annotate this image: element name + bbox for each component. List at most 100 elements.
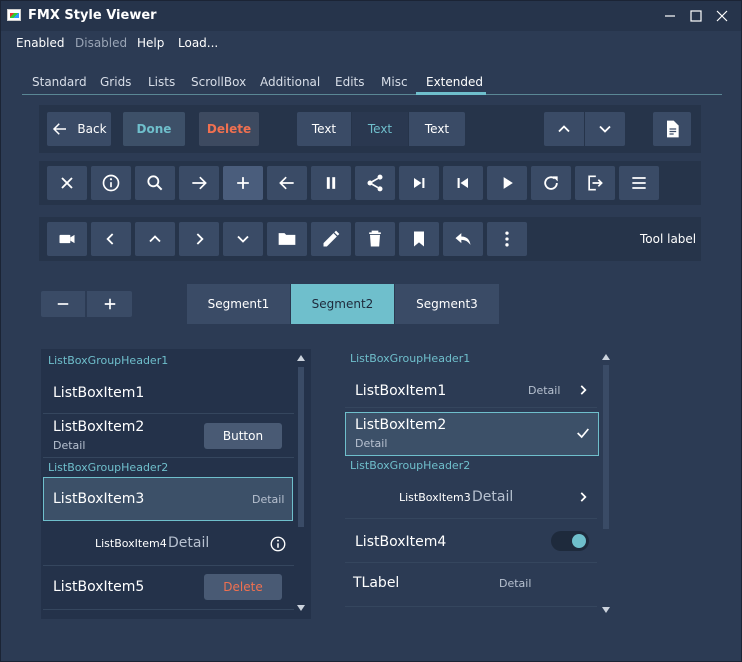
menu-enabled[interactable]: Enabled xyxy=(16,36,65,50)
chevron-up-button[interactable] xyxy=(135,222,175,256)
tab-standard[interactable]: Standard xyxy=(32,75,87,89)
list-item-1[interactable]: ListBoxItem1 xyxy=(53,385,144,401)
window-title: FMX Style Viewer xyxy=(28,8,157,23)
more-vertical-icon xyxy=(505,231,509,247)
toggle-knob xyxy=(572,534,586,548)
scroll-up-icon[interactable] xyxy=(602,354,610,360)
app-window: FMX Style Viewer Enabled Disabled Help L… xyxy=(0,0,742,662)
segment-3[interactable]: Segment3 xyxy=(395,284,499,324)
forward-button[interactable] xyxy=(179,166,219,200)
scrollbar-thumb[interactable] xyxy=(298,367,304,527)
decrement-button[interactable] xyxy=(41,291,85,317)
pencil-icon xyxy=(323,230,340,247)
chevron-down-icon xyxy=(599,125,611,133)
refresh-button[interactable] xyxy=(531,166,571,200)
skip-next-button[interactable] xyxy=(399,166,439,200)
tab-grids[interactable]: Grids xyxy=(100,75,131,89)
chevron-down-icon xyxy=(237,235,249,243)
separator xyxy=(345,518,597,519)
skip-previous-icon xyxy=(457,178,468,188)
close-button[interactable] xyxy=(47,166,87,200)
trash-button[interactable] xyxy=(355,222,395,256)
info-button[interactable] xyxy=(91,166,131,200)
list-item-3-detail: Detail xyxy=(472,489,514,505)
toolbar-icons-1 xyxy=(39,161,701,205)
close-window-button[interactable] xyxy=(707,5,737,27)
folder-button[interactable] xyxy=(267,222,307,256)
up-button[interactable] xyxy=(544,112,584,146)
delete-button[interactable]: Delete xyxy=(199,112,259,146)
scroll-down-icon[interactable] xyxy=(602,607,610,613)
listbox-left[interactable]: ListBoxGroupHeader1 ListBoxItem1 ListBox… xyxy=(41,349,311,619)
tab-scrollbox[interactable]: ScrollBox xyxy=(191,75,246,89)
plus-icon xyxy=(237,177,249,189)
increment-button[interactable] xyxy=(87,291,132,317)
add-button[interactable] xyxy=(223,166,263,200)
list-item-2[interactable]: ListBoxItem2 xyxy=(53,419,144,435)
tab-edits[interactable]: Edits xyxy=(335,75,365,89)
list-item-2-button[interactable]: Button xyxy=(204,423,282,449)
group-header-1: ListBoxGroupHeader1 xyxy=(48,354,169,367)
list-item-5-delete-button[interactable]: Delete xyxy=(204,574,282,600)
tab-lists[interactable]: Lists xyxy=(148,75,175,89)
group-header-1: ListBoxGroupHeader1 xyxy=(350,352,471,365)
edit-button[interactable] xyxy=(311,222,351,256)
tlabel-detail: Detail xyxy=(499,577,532,590)
more-button[interactable] xyxy=(487,222,527,256)
tab-extended[interactable]: Extended xyxy=(426,75,483,89)
share-icon xyxy=(367,174,383,192)
play-button[interactable] xyxy=(487,166,527,200)
refresh-icon xyxy=(544,176,558,190)
tab-misc[interactable]: Misc xyxy=(381,75,408,89)
pause-button[interactable] xyxy=(311,166,351,200)
search-button[interactable] xyxy=(135,166,175,200)
menu-load[interactable]: Load... xyxy=(178,36,218,50)
bookmark-button[interactable] xyxy=(399,222,439,256)
done-button[interactable]: Done xyxy=(123,112,185,146)
exit-button[interactable] xyxy=(575,166,615,200)
chevron-up-icon xyxy=(558,125,570,133)
skip-previous-button[interactable] xyxy=(443,166,483,200)
maximize-icon xyxy=(690,10,702,22)
chevron-right-button[interactable] xyxy=(179,222,219,256)
menu-button[interactable] xyxy=(619,166,659,200)
previous-button[interactable] xyxy=(267,166,307,200)
down-button[interactable] xyxy=(585,112,625,146)
document-button[interactable] xyxy=(653,112,691,146)
title-bar: FMX Style Viewer xyxy=(1,1,741,31)
chevron-up-icon xyxy=(149,235,161,243)
back-button[interactable]: Back xyxy=(47,112,111,146)
camera-button[interactable] xyxy=(47,222,87,256)
share-button[interactable] xyxy=(355,166,395,200)
reply-icon xyxy=(455,233,471,245)
text-button-1[interactable]: Text xyxy=(297,112,351,146)
list-item-5[interactable]: ListBoxItem5 xyxy=(53,579,144,595)
text-button-2[interactable]: Text xyxy=(352,112,408,146)
segment-2[interactable]: Segment2 xyxy=(291,284,395,324)
chevron-right-icon xyxy=(580,492,587,502)
separator xyxy=(345,407,597,408)
folder-icon xyxy=(278,233,296,245)
list-item-4[interactable]: ListBoxItem4 xyxy=(355,534,446,550)
scroll-down-icon[interactable] xyxy=(297,605,305,611)
menu-icon xyxy=(632,177,646,189)
list-item-1[interactable]: ListBoxItem1 xyxy=(355,383,446,399)
listbox-right[interactable]: ListBoxGroupHeader1 ListBoxItem1 Detail … xyxy=(343,349,613,619)
reply-button[interactable] xyxy=(443,222,483,256)
tab-bar: Standard Grids Lists ScrollBox Additiona… xyxy=(22,71,722,95)
tab-additional[interactable]: Additional xyxy=(260,75,320,89)
toggle-switch[interactable] xyxy=(551,531,589,551)
chevron-down-button[interactable] xyxy=(223,222,263,256)
info-icon[interactable] xyxy=(269,535,287,553)
segment-1[interactable]: Segment1 xyxy=(187,284,291,324)
separator xyxy=(43,565,294,566)
group-header-2: ListBoxGroupHeader2 xyxy=(350,459,471,472)
chevron-left-button[interactable] xyxy=(91,222,131,256)
scrollbar-thumb[interactable] xyxy=(603,365,609,529)
scroll-up-icon[interactable] xyxy=(297,355,305,361)
list-item-4[interactable]: ListBoxItem4 xyxy=(95,537,167,550)
text-button-3[interactable]: Text xyxy=(409,112,465,146)
info-icon xyxy=(102,174,120,192)
list-item-3[interactable]: ListBoxItem3 xyxy=(399,491,471,504)
menu-help[interactable]: Help xyxy=(137,36,164,50)
